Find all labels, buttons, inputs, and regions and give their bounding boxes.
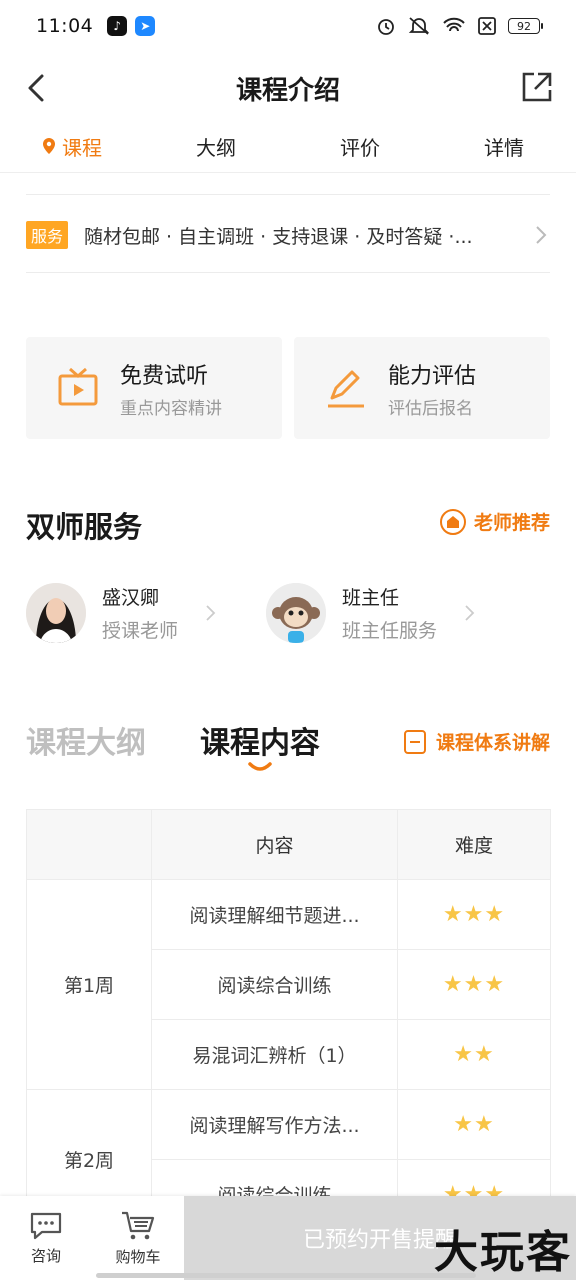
card-subtitle: 评估后报名 [388,398,473,419]
tab-underline-indicator [248,762,272,771]
difficulty-stars: ★★ [453,1042,495,1067]
blue-app-icon: ➤ [135,16,156,36]
page-title: 课程介绍 [235,76,340,106]
course-content-table: 内容 难度 第1周 阅读理解细节题进... ★★★ 阅读综合训练 ★★★ 易混词… [26,809,551,1230]
table-header-cell: 内容 [151,809,398,880]
avatar [266,583,326,643]
header: 课程介绍 [0,58,576,118]
content-cell: 易混词汇辨析（1） [151,1019,398,1090]
tab-course-content[interactable]: 课程内容 [200,718,320,762]
share-icon[interactable] [520,70,554,104]
status-bar: 11:04 ♪ ➤ 92 [0,0,576,52]
divider [26,194,550,195]
course-system-link[interactable]: 课程体系讲解 [403,728,550,755]
divider [26,272,550,273]
teacher-role: 班主任服务 [342,620,438,642]
section-tabs: 课程 大纲 评价 详情 [0,126,576,166]
difficulty-cell: ★★★ [397,879,551,950]
teacher-item[interactable]: 盛汉卿 授课老师 [26,580,266,646]
teacher-item[interactable]: 班主任 班主任服务 [266,580,506,646]
difficulty-stars: ★★★ [442,902,506,927]
shopping-cart-icon [122,1211,155,1239]
wifi-icon [443,17,465,32]
tabs-divider [0,172,576,173]
tv-play-icon [58,367,98,406]
tiktok-app-icon: ♪ [107,16,128,36]
tab-outline[interactable]: 大纲 [144,126,288,166]
teacher-list: 盛汉卿 授课老师 班主任 班主任服务 [26,580,550,646]
difficulty-stars: ★★ [453,1112,495,1137]
mute-icon [408,17,430,35]
section-title-dual-teacher: 双师服务 [26,510,143,544]
content-cell: 阅读理解写作方法... [151,1089,398,1160]
teacher-role: 授课老师 [102,620,179,642]
teacher-recommend-label: 老师推荐 [473,512,550,534]
tab-course-outline[interactable]: 课程大纲 [26,718,146,762]
card-title: 免费试听 [120,363,209,389]
teacher-name: 盛汉卿 [102,587,160,609]
status-time: 11:04 [36,15,94,37]
home-badge-icon [439,508,466,535]
course-system-label: 课程体系讲解 [435,732,550,754]
difficulty-stars: ★★★ [442,972,506,997]
battery-level: 92 [517,19,531,33]
feature-cards: 免费试听 重点内容精讲 能力评估 评估后报名 [26,337,550,439]
consult-button[interactable]: 咨询 [0,1196,92,1280]
teacher-recommend-link[interactable]: 老师推荐 [439,508,550,535]
document-icon [403,729,426,754]
battery-icon: 92 [508,18,543,34]
chevron-right-icon [206,605,216,621]
free-trial-card[interactable]: 免费试听 重点内容精讲 [26,337,282,439]
table-header-row: 内容 难度 [26,809,551,880]
chevron-right-icon [465,605,475,621]
difficulty-cell: ★★ [397,1089,551,1160]
table-header-cell [26,809,152,880]
service-tag: 服务 [26,221,69,249]
tab-reviews-label: 评价 [340,135,380,160]
pencil-icon [328,370,364,408]
cart-label: 购物车 [115,1247,161,1266]
tab-course-label: 课程 [62,135,102,160]
cart-button[interactable]: 购物车 [92,1196,184,1280]
table-row: 第1周 阅读理解细节题进... ★★★ [26,879,551,1090]
location-pin-icon [43,138,55,154]
teacher-name: 班主任 [342,587,400,609]
watermark-text: 大玩客 [434,1227,572,1278]
table-header-cell: 难度 [397,809,551,880]
content-cell: 阅读综合训练 [151,949,398,1020]
tab-reviews[interactable]: 评价 [288,126,432,166]
content-cell: 阅读理解细节题进... [151,879,398,950]
difficulty-cell: ★★ [397,1019,551,1090]
tab-details-label: 详情 [484,135,524,160]
home-indicator [96,1273,476,1278]
table-row: 第2周 阅读理解写作方法... ★★ [26,1089,551,1230]
service-row[interactable]: 服务 随材包邮 · 自主调班 · 支持退课 · 及时答疑 ·... [26,212,550,258]
alarm-icon [378,19,394,35]
difficulty-cell: ★★★ [397,949,551,1020]
card-title: 能力评估 [388,363,477,389]
sim-icon [478,17,496,35]
tab-course[interactable]: 课程 [0,126,144,166]
assessment-card[interactable]: 能力评估 评估后报名 [294,337,550,439]
consult-label: 咨询 [30,1246,61,1265]
chevron-right-icon [536,226,547,244]
chat-icon [30,1212,62,1239]
avatar [26,583,86,643]
service-text: 随材包邮 · 自主调班 · 支持退课 · 及时答疑 ·... [84,225,473,248]
tab-details[interactable]: 详情 [432,126,576,166]
card-subtitle: 重点内容精讲 [120,398,222,419]
week-cell: 第1周 [26,879,152,1090]
tab-outline-label: 大纲 [196,135,236,160]
